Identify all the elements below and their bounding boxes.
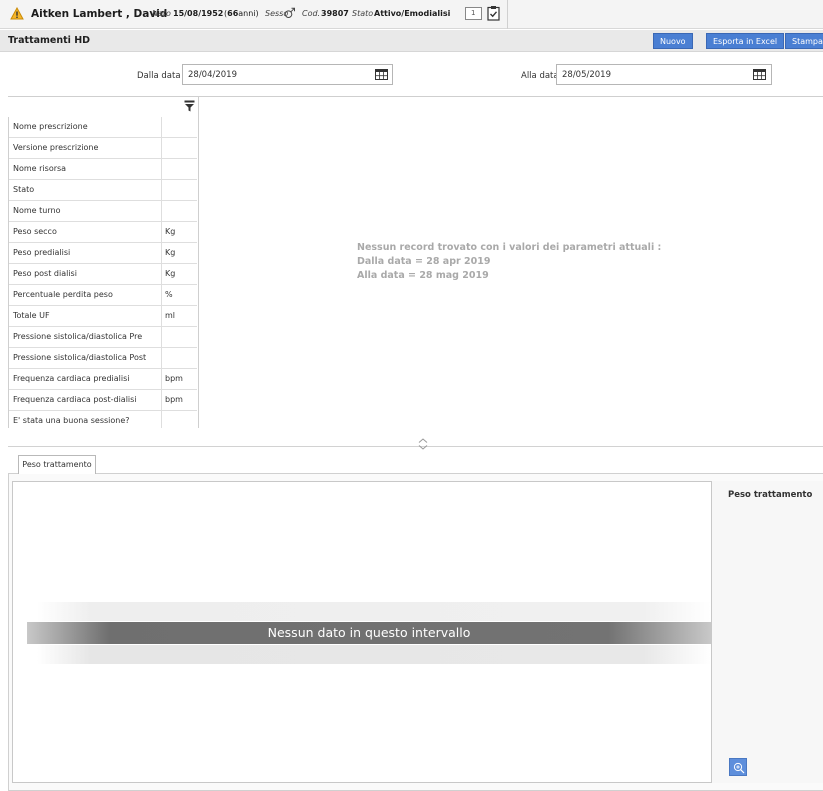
- patient-age: (66anni): [224, 9, 259, 18]
- page-title: Trattamenti HD: [8, 35, 91, 46]
- tab-peso-trattamento[interactable]: Peso trattamento: [18, 455, 96, 474]
- no-record-to-date: Alla data = 28 mag 2019: [357, 270, 489, 281]
- row-label: Versione prescrizione: [9, 138, 162, 159]
- header-separator: [507, 0, 508, 29]
- splitter[interactable]: [8, 446, 823, 447]
- new-button[interactable]: Nuovo: [653, 33, 693, 49]
- row-label: Nome risorsa: [9, 159, 162, 180]
- row-unit: [162, 411, 197, 428]
- zoom-in-icon: [733, 762, 745, 774]
- row-label: Nome prescrizione: [9, 117, 162, 138]
- row-label: Pressione sistolica/diastolica Pre: [9, 327, 162, 348]
- birth-date: 15/08/1952: [173, 9, 224, 18]
- row-unit: ml: [165, 311, 176, 320]
- status-label: Stato: [352, 9, 374, 18]
- row-unit: [162, 159, 197, 180]
- row-unit: [162, 327, 197, 348]
- age-unit: anni): [238, 9, 259, 18]
- card-icon[interactable]: 1: [465, 7, 482, 20]
- grid-row[interactable]: Pressione sistolica/diastolica Pre: [9, 327, 197, 348]
- row-label: E' stata una buona sessione?: [9, 411, 162, 428]
- warning-icon[interactable]: [10, 7, 24, 20]
- clipboard-check-icon[interactable]: [487, 5, 500, 21]
- to-date-value: 28/05/2019: [562, 70, 611, 80]
- row-unit: Kg: [165, 269, 176, 278]
- splitter-handle-icon[interactable]: [417, 437, 429, 451]
- male-icon: [284, 7, 295, 18]
- code-value: 39807: [321, 9, 349, 18]
- print-button[interactable]: Stampa: [785, 33, 823, 49]
- row-unit: Kg: [165, 248, 176, 257]
- section-title-bar: Trattamenti HD Nuovo Esporta in Excel St…: [0, 30, 823, 52]
- grid-row[interactable]: Pressione sistolica/diastolica Post: [9, 348, 197, 369]
- row-label: Stato: [9, 180, 162, 201]
- row-unit: [162, 180, 197, 201]
- grid-row[interactable]: Peso secco Kg: [9, 222, 197, 243]
- row-unit: [162, 138, 197, 159]
- row-unit: [162, 201, 197, 222]
- row-label: Peso post dialisi: [9, 264, 162, 285]
- chart-band-bottom: [37, 645, 711, 664]
- row-label: Nome turno: [9, 201, 162, 222]
- birth-label: Nato: [152, 9, 171, 18]
- row-label: Frequenza cardiaca post-dialisi: [9, 390, 162, 411]
- to-date-field[interactable]: 28/05/2019: [556, 64, 772, 85]
- grid-row[interactable]: Peso post dialisi Kg: [9, 264, 197, 285]
- grid-row[interactable]: Frequenza cardiaca predialisi bpm: [9, 369, 197, 390]
- no-record-from-date: Dalla data = 28 apr 2019: [357, 256, 491, 267]
- grid-row[interactable]: Nome risorsa: [9, 159, 197, 180]
- grid-row[interactable]: Peso predialisi Kg: [9, 243, 197, 264]
- row-unit: bpm: [165, 395, 183, 404]
- row-unit: [162, 348, 197, 369]
- grid-row[interactable]: Percentuale perdita peso%: [9, 285, 197, 306]
- zoom-button[interactable]: [729, 758, 747, 776]
- patient-name[interactable]: Aitken Lambert , David: [31, 8, 167, 20]
- export-excel-button[interactable]: Esporta in Excel: [706, 33, 785, 49]
- chart-band-top: [37, 602, 711, 621]
- from-date-field[interactable]: 28/04/2019: [182, 64, 393, 85]
- from-date-value: 28/04/2019: [188, 70, 237, 80]
- row-unit: [162, 117, 197, 138]
- grid-row[interactable]: E' stata una buona sessione?: [9, 411, 197, 428]
- grid-row[interactable]: Stato: [9, 180, 197, 201]
- grid-row[interactable]: Nome turno: [9, 201, 197, 222]
- no-data-banner: Nessun dato in questo intervallo: [27, 622, 711, 644]
- row-label: Percentuale perdita peso: [9, 285, 162, 306]
- code-label: Cod.: [302, 9, 321, 18]
- row-label: Pressione sistolica/diastolica Post: [9, 348, 162, 369]
- row-label: Peso predialisi: [9, 243, 162, 264]
- calendar-icon[interactable]: [375, 69, 388, 80]
- grid-header: [8, 97, 197, 117]
- row-unit: Kg: [165, 227, 176, 236]
- row-unit: bpm: [165, 374, 183, 383]
- no-data-text: Nessun dato in questo intervallo: [267, 625, 471, 640]
- grid-row[interactable]: Totale UF ml: [9, 306, 197, 327]
- legend-title: Peso trattamento: [728, 490, 813, 500]
- to-date-label: Alla data: [521, 71, 559, 81]
- grid-row[interactable]: Versione prescrizione: [9, 138, 197, 159]
- no-record-message: Nessun record trovato con i valori dei p…: [357, 241, 661, 283]
- row-unit: %: [165, 290, 173, 299]
- calendar-icon[interactable]: [753, 69, 766, 80]
- card-count: 1: [471, 9, 476, 17]
- row-label: Peso secco: [9, 222, 162, 243]
- no-record-line: Nessun record trovato con i valori dei p…: [357, 242, 662, 253]
- grid-data-area: Nessun record trovato con i valori dei p…: [198, 97, 823, 428]
- status-value: Attivo/Emodialisi: [374, 9, 451, 18]
- chart-legend: Peso trattamento: [711, 481, 823, 783]
- treatments-grid: Nome prescrizione Versione prescrizione …: [8, 96, 823, 428]
- grid-row[interactable]: Nome prescrizione: [9, 117, 197, 138]
- filter-icon[interactable]: [184, 100, 195, 112]
- grid-row[interactable]: Frequenza cardiaca post-dialisi bpm: [9, 390, 197, 411]
- age-value: 66: [227, 9, 239, 18]
- patient-header: Aitken Lambert , David Nato 15/08/1952 (…: [0, 0, 823, 29]
- row-label: Frequenza cardiaca predialisi: [9, 369, 162, 390]
- grid-row-labels: Nome prescrizione Versione prescrizione …: [8, 117, 197, 428]
- from-date-label: Dalla data: [137, 71, 181, 81]
- row-label: Totale UF: [9, 306, 162, 327]
